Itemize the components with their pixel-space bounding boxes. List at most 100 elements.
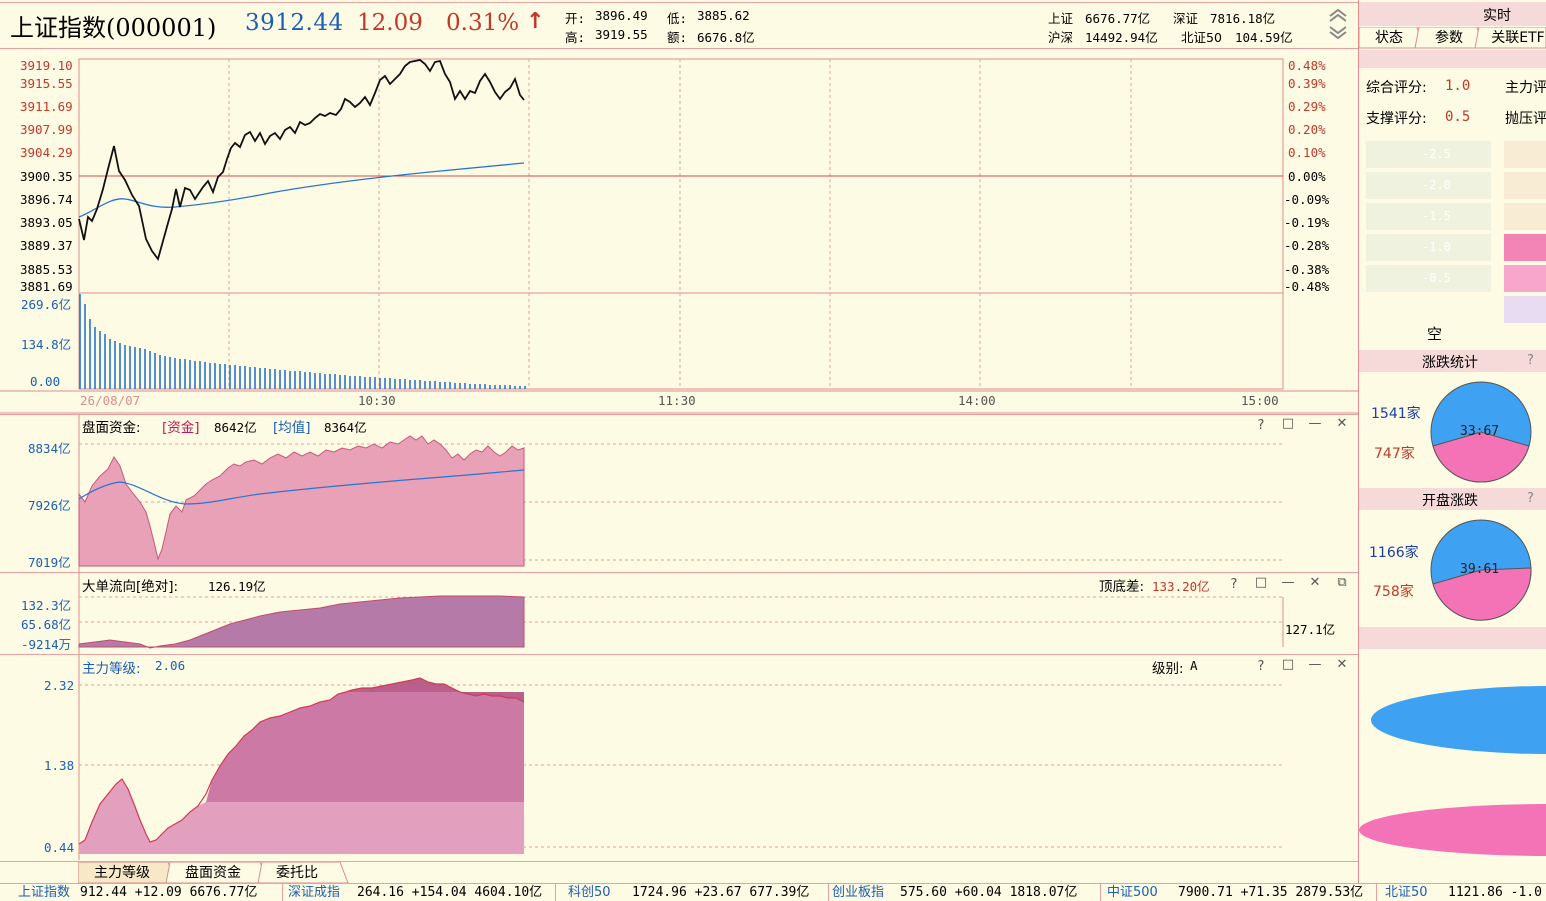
maximize-icon[interactable]: □ — [1279, 657, 1297, 672]
diff-value: 133.20亿 — [1152, 579, 1210, 594]
ticker-name[interactable]: 深证成指 — [288, 884, 354, 901]
bigorder-tick: -9214万 — [21, 637, 72, 652]
open-value: 3896.49 — [595, 8, 648, 23]
ticker-data: 7900.71 +71.35 2879.53亿 — [1178, 885, 1364, 900]
grade-label: 级别: — [1152, 661, 1184, 677]
funds-value: 8642亿 — [214, 420, 257, 435]
popout-icon[interactable]: ⧉ — [1333, 575, 1351, 590]
volume-bars — [79, 294, 526, 389]
level-title: 主力等级: — [82, 661, 141, 677]
minimize-icon[interactable]: — — [1279, 575, 1297, 590]
tab-related-etf[interactable]: 关联ETF — [1490, 27, 1546, 49]
maximize-icon[interactable]: □ — [1252, 575, 1270, 590]
last-price: 3912.44 — [245, 10, 344, 36]
close-icon[interactable]: ✕ — [1333, 657, 1351, 672]
realtime-label: 实时 — [1483, 8, 1511, 24]
ticker-data: 912.44 +12.09 6676.77亿 — [80, 885, 258, 900]
help-icon[interactable]: ? — [1527, 491, 1534, 506]
tab-params[interactable]: 参数 — [1424, 27, 1474, 49]
sidebar-strip — [1359, 50, 1546, 68]
help-icon[interactable]: ? — [1252, 659, 1270, 674]
level-tick: 2.32 — [44, 678, 75, 693]
grid-cell — [1504, 234, 1546, 261]
pct-tick: -0.48% — [1284, 279, 1330, 294]
score1-value: 1.0 — [1445, 78, 1471, 94]
volume-tick: 0.00 — [30, 374, 61, 389]
pct-tick: -0.38% — [1284, 262, 1330, 277]
grid-cell — [1504, 172, 1546, 199]
grid-label: -1.5 — [1422, 209, 1451, 223]
divider — [555, 884, 556, 901]
ticker-name[interactable]: 上证指数 — [18, 884, 78, 901]
stats-up: 1541家 — [1371, 406, 1421, 422]
level-value: 2.06 — [155, 658, 186, 673]
high-value: 3919.55 — [595, 27, 648, 42]
close-icon[interactable]: ✕ — [1333, 416, 1351, 431]
sh-label: 上证 — [1048, 11, 1074, 26]
price-tick: 3889.37 — [20, 238, 73, 253]
bigorder-tick: 132.3亿 — [21, 598, 72, 613]
funds-title: 盘面资金: — [82, 420, 141, 436]
pct-tick: 0.10% — [1288, 145, 1326, 160]
help-icon[interactable]: ? — [1252, 418, 1270, 433]
open-title: 开盘涨跌 — [1422, 493, 1478, 509]
tab-funds[interactable]: 盘面资金 — [172, 862, 254, 884]
score2-right: 抛压评 — [1505, 111, 1546, 127]
close-icon[interactable]: ✕ — [1306, 575, 1324, 590]
price-tick: 3919.10 — [20, 58, 73, 73]
low-label: 低: — [667, 11, 688, 26]
time-label: 15:00 — [1241, 393, 1279, 408]
price-tick: 3893.05 — [20, 215, 73, 230]
grid-label: -2.5 — [1422, 147, 1451, 161]
score1-label: 综合评分: — [1366, 80, 1427, 96]
avg-label: [均值] — [273, 420, 311, 436]
pct-tick: -0.28% — [1284, 238, 1330, 253]
empty-label: 空 — [1427, 325, 1443, 343]
help-icon[interactable]: ? — [1527, 353, 1534, 368]
pct-tick: -0.19% — [1284, 215, 1330, 230]
grid-cell — [1504, 141, 1546, 168]
minimize-icon[interactable]: — — [1306, 657, 1324, 672]
divider — [0, 2, 1546, 3]
stats-down: 747家 — [1374, 446, 1415, 462]
amount-label: 额: — [667, 30, 688, 45]
grade-value: A — [1190, 658, 1198, 673]
grid-label: -2.0 — [1422, 178, 1451, 192]
avg-value: 8364亿 — [324, 420, 367, 435]
ticker-data: 1724.96 +23.67 677.39亿 — [632, 885, 810, 900]
price-change-pct: 0.31% — [446, 10, 520, 36]
bigorder-value: 126.19亿 — [208, 579, 266, 594]
collapse-icon[interactable] — [1327, 6, 1349, 40]
tab-order-ratio[interactable]: 委托比 — [262, 862, 332, 884]
divider — [282, 884, 283, 901]
ticker-data: 1121.86 -1.0 — [1448, 885, 1542, 900]
hs-label: 沪深 — [1048, 30, 1074, 45]
tab-status[interactable]: 状态 — [1364, 27, 1414, 49]
funds-label: [资金] — [162, 420, 200, 436]
up-arrow-icon: ↑ — [526, 9, 545, 34]
ticker-name[interactable]: 创业板指 — [832, 884, 898, 901]
grid-label: -1.0 — [1422, 240, 1451, 254]
pct-tick: 0.29% — [1288, 99, 1326, 114]
bz-label: 北证50 — [1181, 30, 1222, 45]
high-label: 高: — [565, 30, 586, 45]
stats-title: 涨跌统计 — [1422, 355, 1478, 371]
grid-cell: -2.0 — [1366, 172, 1491, 199]
volume-tick: 134.8亿 — [21, 337, 72, 352]
bigorder-side-value: 127.1亿 — [1285, 622, 1336, 637]
minimize-icon[interactable]: — — [1306, 416, 1324, 431]
maximize-icon[interactable]: □ — [1279, 416, 1297, 431]
level-tick: 1.38 — [44, 758, 75, 773]
help-icon[interactable]: ? — [1225, 577, 1243, 592]
ticker-name[interactable]: 北证50 — [1385, 884, 1441, 901]
sz-label: 深证 — [1173, 11, 1199, 26]
pct-tick: 0.39% — [1288, 76, 1326, 91]
price-tick: 3896.74 — [20, 192, 73, 207]
grid-cell: -2.5 — [1366, 141, 1491, 168]
amount-value: 6676.8亿 — [697, 30, 755, 45]
ticker-name[interactable]: 科创50 — [568, 884, 624, 901]
tab-main-level[interactable]: 主力等级 — [82, 862, 162, 884]
bz-value: 104.59亿 — [1235, 30, 1293, 45]
funds-tick: 7926亿 — [28, 498, 71, 513]
ticker-name[interactable]: 中证500 — [1107, 884, 1173, 901]
